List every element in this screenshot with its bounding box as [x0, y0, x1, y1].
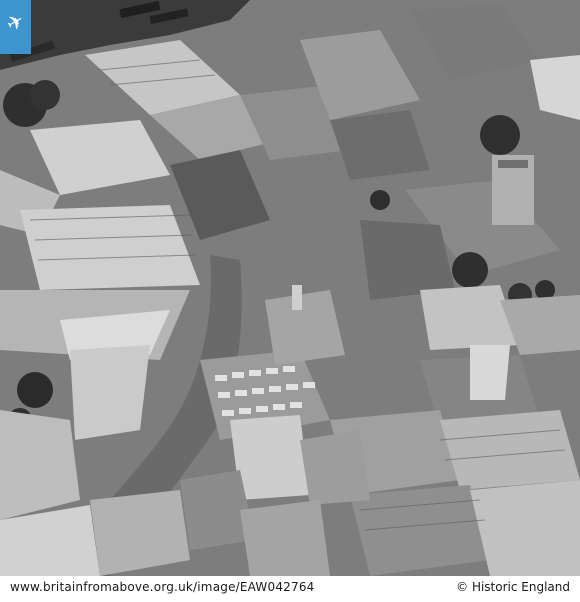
image-url[interactable]: www.britainfromabove.org.uk/image/EAW042…	[10, 580, 315, 594]
caption-bar: www.britainfromabove.org.uk/image/EAW042…	[0, 576, 580, 602]
airplane-icon: ✈	[1, 7, 29, 37]
britain-from-above-badge: ✈	[0, 0, 31, 54]
aerial-photo-rendering	[0, 0, 580, 576]
aerial-photograph	[0, 0, 580, 576]
copyright-credit: © Historic England	[456, 580, 570, 594]
